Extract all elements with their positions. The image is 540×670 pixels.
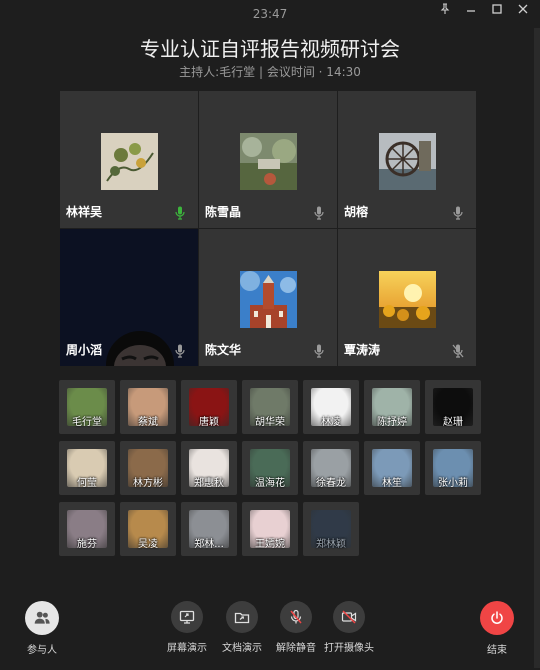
participant-name: 胡榕 <box>344 205 369 219</box>
pin-button[interactable] <box>432 0 458 18</box>
video-tile[interactable]: 覃涛涛 <box>338 229 476 366</box>
title-bar: 23:47 <box>0 0 540 28</box>
mic-icon <box>314 206 324 220</box>
video-tile[interactable]: 林祥吴 <box>60 91 198 228</box>
mic-icon <box>453 206 463 220</box>
mic-icon <box>175 344 185 358</box>
participant-name: 陈抒婷 <box>377 417 407 428</box>
end-meeting-label: 结束 <box>487 645 507 656</box>
participant-name: 林笙 <box>382 478 402 489</box>
end-meeting-circle <box>480 601 514 635</box>
participant-name: 吴凌 <box>138 539 158 550</box>
close-button[interactable] <box>510 0 536 18</box>
host-label: 主持人:毛行堂 <box>179 65 256 79</box>
meeting-subtitle: 主持人:毛行堂 | 会议时间 · 14:30 <box>0 63 540 80</box>
participant-name: 王嫣婉 <box>255 539 285 550</box>
participant-card[interactable]: 胡华荣 <box>242 380 298 434</box>
pin-icon <box>440 3 450 14</box>
video-tile[interactable]: 陈文华 <box>199 229 337 366</box>
participant-name: 徐春龙 <box>316 478 346 489</box>
participant-name: 施芬 <box>77 539 97 550</box>
meeting-time: 会议时间 · 14:30 <box>266 65 361 79</box>
participant-name: 蔡斌 <box>138 417 158 428</box>
sunflower-avatar <box>379 270 436 328</box>
maximize-icon <box>492 4 502 14</box>
participant-name: 赵珊 <box>443 417 463 428</box>
participant-name: 陈文华 <box>205 343 242 357</box>
screen-share-circle <box>171 601 203 633</box>
folder-share-icon <box>234 612 250 624</box>
participant-card[interactable]: 施芬 <box>59 502 115 556</box>
participant-card[interactable]: 林凌 <box>303 380 359 434</box>
participant-card[interactable]: 郑林... <box>181 502 237 556</box>
mic-muted-icon <box>290 609 302 624</box>
screen-share-icon <box>179 610 195 624</box>
participant-name: 毛行堂 <box>72 417 102 428</box>
window-controls <box>432 0 536 18</box>
scrollbar[interactable] <box>534 28 540 668</box>
participant-card[interactable]: 郑林颖 <box>303 502 359 556</box>
participants-circle <box>25 601 59 635</box>
video-tile[interactable]: 陈雪晶 <box>199 91 337 228</box>
meeting-title: 专业认证自评报告视频研讨会 <box>140 37 400 61</box>
participant-card[interactable]: 唐颖 <box>181 380 237 434</box>
mic-speaking-icon <box>175 206 185 220</box>
doc-share-circle <box>226 601 258 633</box>
participant-name: 温海花 <box>255 478 285 489</box>
participants-button[interactable]: 参与人 <box>7 601 77 656</box>
participant-name: 唐颖 <box>199 417 219 428</box>
participant-name: 周小滔 <box>66 343 103 357</box>
participant-card[interactable]: 林笙 <box>364 441 420 495</box>
garden-avatar <box>240 132 297 190</box>
video-grid: 林祥吴 陈雪晶 胡榕 周小滔 陈文华 覃涛涛 <box>60 91 476 368</box>
camera-button[interactable]: 打开摄像头 <box>314 601 384 654</box>
participant-card[interactable]: 毛行堂 <box>59 380 115 434</box>
camera-feed <box>106 331 174 366</box>
power-icon <box>491 611 503 624</box>
camera-circle <box>333 601 365 633</box>
building-avatar <box>240 270 297 328</box>
minimize-icon <box>467 10 475 12</box>
unmute-circle <box>280 601 312 633</box>
participant-card[interactable]: 温海花 <box>242 441 298 495</box>
participant-name: 陈雪晶 <box>205 205 242 219</box>
participant-name: 郑林... <box>194 539 224 550</box>
video-tile-camera-feed[interactable]: 周小滔 <box>60 229 198 366</box>
participant-name: 何莹 <box>77 478 97 489</box>
close-icon <box>518 4 528 14</box>
mic-icon <box>314 344 324 358</box>
participant-card[interactable]: 吴凌 <box>120 502 176 556</box>
participant-card[interactable]: 王嫣婉 <box>242 502 298 556</box>
minimize-button[interactable] <box>458 0 484 18</box>
participant-name: 张小莉 <box>438 478 468 489</box>
participant-card[interactable]: 林方彬 <box>120 441 176 495</box>
participant-card[interactable]: 陈抒婷 <box>364 380 420 434</box>
maximize-button[interactable] <box>484 0 510 18</box>
participant-card[interactable]: 蔡斌 <box>120 380 176 434</box>
participant-name: 覃涛涛 <box>344 343 381 357</box>
participant-card[interactable]: 赵珊 <box>425 380 481 434</box>
participant-card[interactable]: 徐春龙 <box>303 441 359 495</box>
painting-avatar <box>101 132 158 190</box>
participant-name: 林凌 <box>321 417 341 428</box>
end-meeting-button[interactable]: 结束 <box>462 601 532 656</box>
camera-label: 打开摄像头 <box>324 643 374 654</box>
participant-name: 林祥吴 <box>66 205 103 219</box>
participant-card[interactable]: 郑惠秋 <box>181 441 237 495</box>
participant-name: 郑惠秋 <box>194 478 224 489</box>
participant-card[interactable]: 何莹 <box>59 441 115 495</box>
video-tile[interactable]: 胡榕 <box>338 91 476 228</box>
participant-name: 郑林颖 <box>316 539 346 550</box>
participant-list: 毛行堂 蔡斌 唐颖 胡华荣 林凌 陈抒婷 赵珊何莹 林方彬 郑惠秋 温海花 徐春龙 林笙 张小莉施芬 吴凌… <box>59 380 481 556</box>
participant-name: 胡华荣 <box>255 417 285 428</box>
mic-muted-icon <box>452 344 464 358</box>
participants-label: 参与人 <box>27 645 57 656</box>
camera-off-icon <box>341 610 357 624</box>
participant-name: 林方彬 <box>133 478 163 489</box>
people-icon <box>34 611 50 624</box>
subtitle-separator: | <box>258 65 264 79</box>
participant-card[interactable]: 张小莉 <box>425 441 481 495</box>
waterwheel-avatar <box>379 132 436 190</box>
